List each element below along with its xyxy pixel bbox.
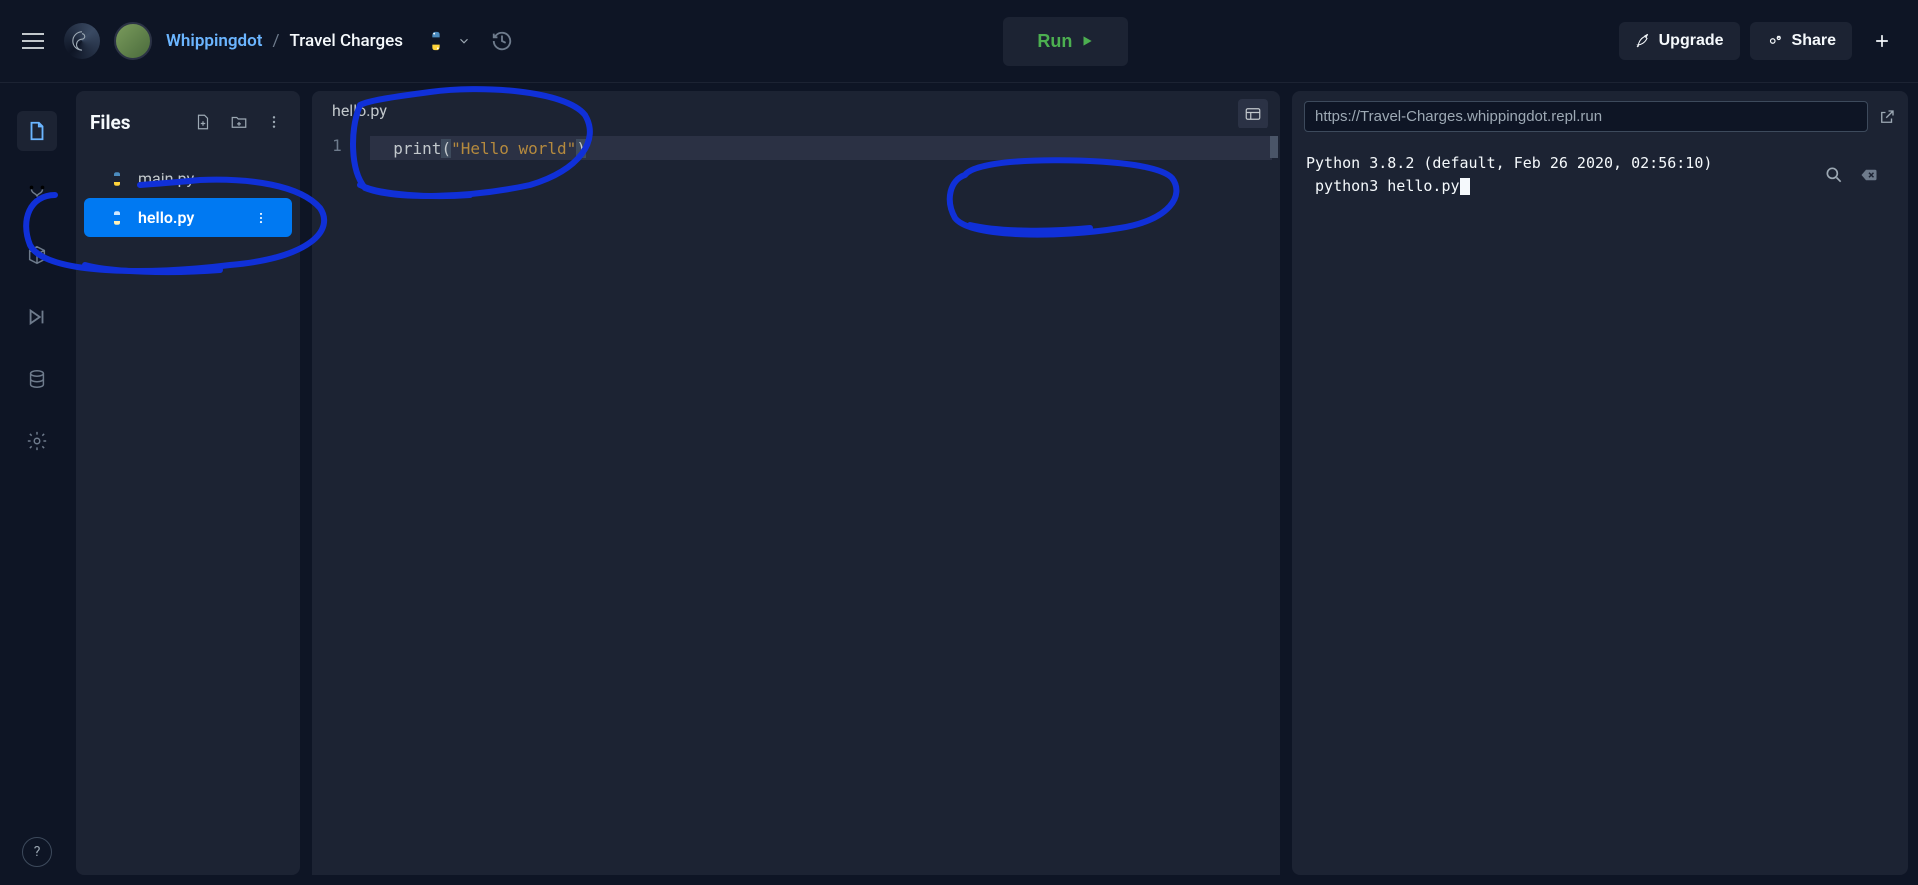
side-dock: ? [10,91,64,875]
console-command: python3 hello.py [1306,177,1460,195]
help-button[interactable]: ? [22,837,52,867]
token-paren-close: ) [576,139,586,158]
run-button[interactable]: Run [1003,17,1128,66]
plus-icon [1872,31,1892,51]
header-left: Whippingdot / Travel Charges [16,22,513,60]
header-right: Upgrade Share [1619,21,1902,61]
replit-logo[interactable] [64,23,100,59]
play-skip-icon [26,306,48,328]
question-icon: ? [34,844,41,860]
rocket-icon [1635,33,1651,49]
breadcrumb-user[interactable]: Whippingdot [166,31,262,51]
dock-version-control[interactable] [17,173,57,213]
run-label: Run [1037,31,1072,52]
token-function: print [393,139,441,158]
backspace-icon [1858,166,1880,184]
editor-body[interactable]: 1 print ( "Hello world" ) [312,128,1280,875]
python-icon [425,30,447,52]
line-gutter: 1 [312,128,362,875]
new-folder-icon [230,113,248,131]
line-number: 1 [312,136,362,155]
console-line: Python 3.8.2 (default, Feb 26 2020, 02:5… [1306,152,1810,175]
editor-cursor [1270,136,1278,158]
new-folder-button[interactable] [226,109,252,135]
files-panel: Files main.py hello.py [76,91,300,875]
console-url-bar [1292,91,1908,142]
layout-toggle[interactable] [1238,99,1268,129]
console-prompt-line: python3 hello.py [1306,175,1810,198]
share-button[interactable]: Share [1750,22,1852,60]
kebab-icon [254,211,268,225]
code-line: print ( "Hello world" ) [370,136,1272,160]
token-paren-open: ( [441,139,451,158]
user-avatar[interactable] [114,22,152,60]
add-button[interactable] [1862,21,1902,61]
share-icon [1766,32,1784,50]
open-external-button[interactable] [1878,108,1896,126]
console-tools [1810,152,1894,197]
menu-button[interactable] [16,27,50,55]
header-center: Run [513,17,1619,66]
dock-settings[interactable] [17,421,57,461]
repl-url-input[interactable] [1304,101,1868,132]
main-area: ? Files main.py hello.py [0,83,1918,885]
layout-icon [1244,105,1262,123]
editor-panel: hello.py 1 print ( "Hello world" ) [312,91,1280,875]
new-file-button[interactable] [190,109,216,135]
file-item-menu[interactable] [254,211,268,225]
upgrade-label: Upgrade [1659,32,1724,50]
console-output[interactable]: Python 3.8.2 (default, Feb 26 2020, 02:5… [1292,142,1908,875]
file-name: hello.py [138,208,194,227]
upgrade-button[interactable]: Upgrade [1619,22,1740,60]
python-icon [108,209,126,227]
play-icon [1080,34,1094,48]
breadcrumb: Whippingdot / Travel Charges [166,31,403,51]
editor-tab[interactable]: hello.py [312,91,407,128]
editor-tabs: hello.py [312,91,1280,128]
external-link-icon [1878,108,1896,126]
files-title: Files [90,111,180,134]
console-panel: Python 3.8.2 (default, Feb 26 2020, 02:5… [1292,91,1908,875]
dock-files[interactable] [17,111,57,151]
history-icon[interactable] [491,30,513,52]
new-file-icon [194,113,212,131]
dock-packages[interactable] [17,235,57,275]
console-search-button[interactable] [1824,165,1844,185]
file-item-hello[interactable]: hello.py [84,198,292,237]
branch-icon [26,182,48,204]
kebab-icon [266,114,282,130]
dock-debugger[interactable] [17,297,57,337]
token-string: "Hello world" [451,139,576,158]
files-menu-button[interactable] [262,110,286,134]
app-header: Whippingdot / Travel Charges Run Upgrade… [0,0,1918,83]
file-item-main[interactable]: main.py [84,159,292,198]
breadcrumb-project[interactable]: Travel Charges [289,31,403,51]
file-name: main.py [138,169,194,188]
file-icon [26,120,48,142]
cube-icon [26,244,48,266]
breadcrumb-separator: / [272,31,279,51]
search-icon [1824,165,1844,185]
language-selector[interactable] [425,30,471,52]
share-label: Share [1792,32,1836,50]
file-list: main.py hello.py [76,153,300,243]
code-area[interactable]: print ( "Hello world" ) [362,128,1280,875]
python-icon [108,170,126,188]
console-clear-button[interactable] [1858,166,1880,184]
files-header: Files [76,91,300,153]
terminal-cursor [1460,178,1470,195]
chevron-down-icon [457,34,471,48]
database-icon [26,368,48,390]
gear-icon [26,430,48,452]
dock-database[interactable] [17,359,57,399]
